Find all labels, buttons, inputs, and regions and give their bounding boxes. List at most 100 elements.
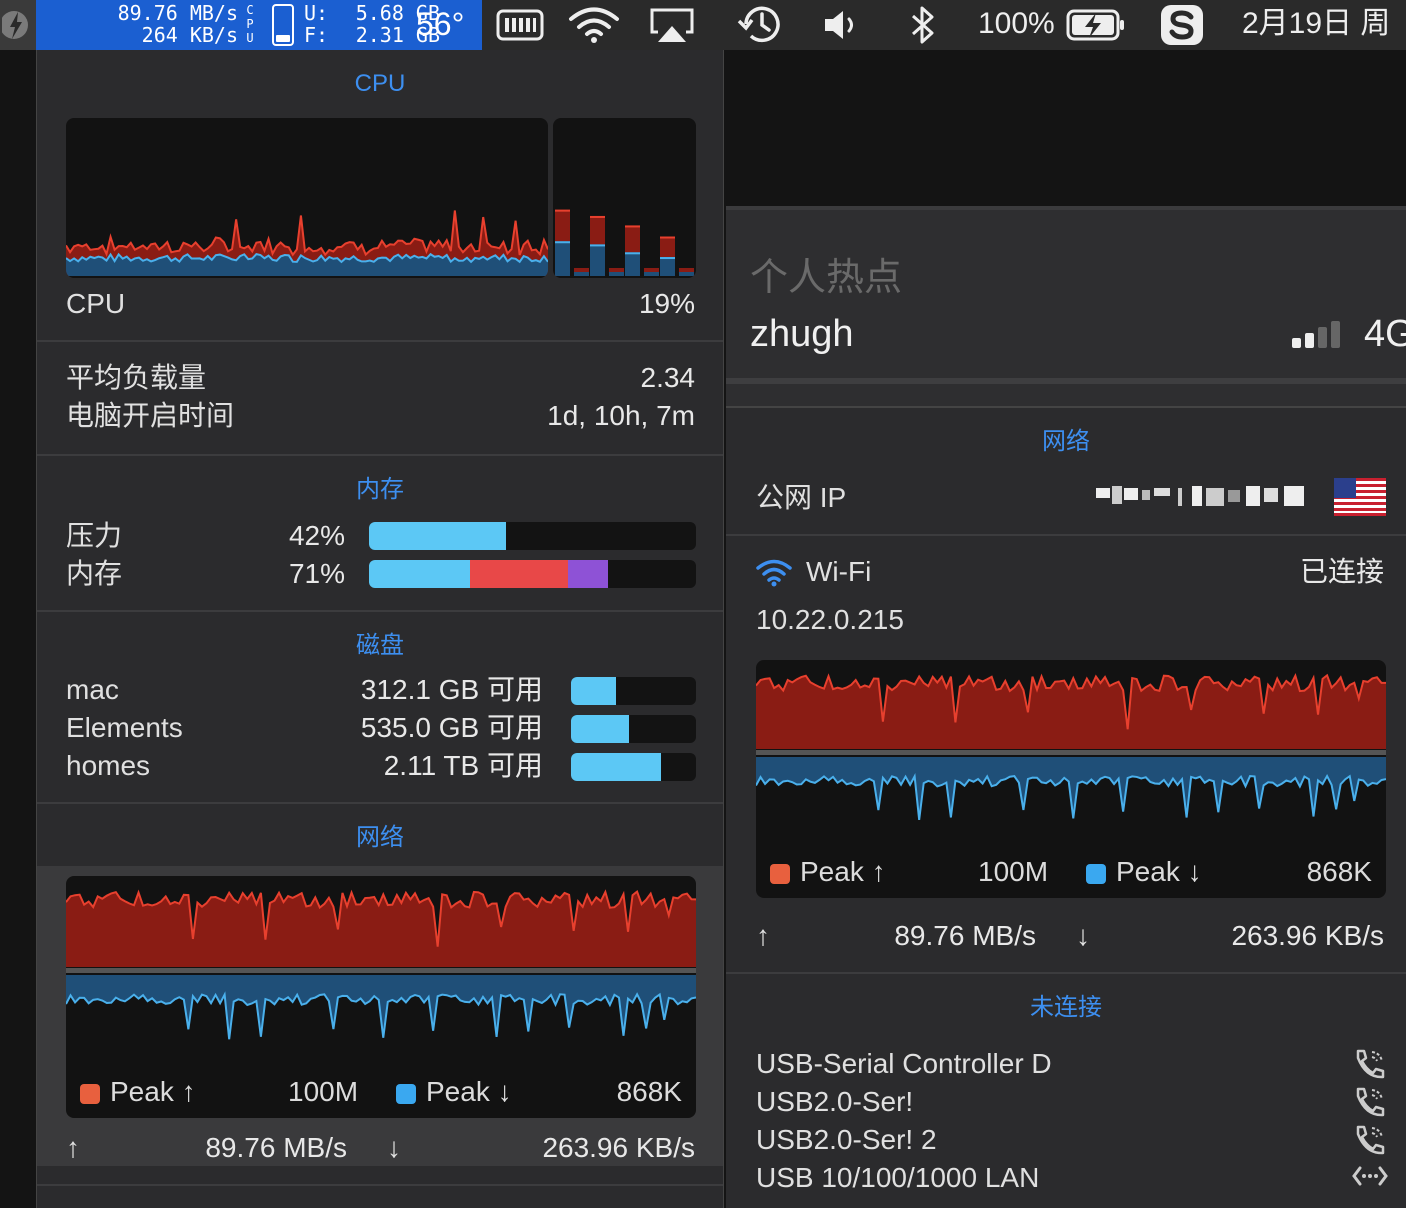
disk-usage-fill (571, 715, 629, 743)
cpu-system-line (66, 210, 548, 257)
upload-arrow-icon: ↑ (66, 1132, 80, 1163)
disk-usage-bar (571, 753, 696, 781)
wifi-status: 已连接 (1299, 556, 1384, 587)
disk-name: homes (66, 750, 151, 781)
wifi-ip-address: 10.22.0.215 (756, 604, 904, 635)
wifi-icon (756, 558, 792, 593)
cpu-usage-value: 19% (638, 288, 695, 319)
legend-upload-peak: 100M (978, 856, 1049, 887)
cpu-core-user-cap (660, 257, 675, 260)
cpu-core-small-bar (574, 272, 589, 276)
cpu-core-user-cap (590, 244, 605, 247)
uptime-value: 1d, 10h, 7m (547, 400, 695, 431)
time-machine-icon[interactable] (736, 4, 786, 49)
network-traffic-chart: Peak ↑ 100M Peak ↓ 868K (66, 876, 696, 1118)
memory-section-title: 内存 (356, 476, 404, 503)
memory-segment (369, 560, 471, 588)
cpu-core-user-cap (555, 241, 570, 244)
network-detail-popover: 网络 公网 IP Wi-Fi 已连接 10.22.0.215 Peak ↑ 10… (726, 406, 1406, 1208)
memory-usage-bar (369, 560, 696, 588)
cpu-history-chart (66, 118, 548, 278)
cpu-core-user-bar (590, 244, 605, 276)
hotspot-name[interactable]: zhugh (750, 312, 854, 356)
interface-name[interactable]: USB2.0-Ser! (756, 1086, 913, 1118)
download-arrow-icon: ↓ (1076, 920, 1090, 951)
memory-usage-value: 71% (288, 558, 345, 589)
legend-download-peak: 868K (1306, 856, 1372, 887)
cpu-section-title: CPU (354, 70, 406, 97)
wifi-menu-divider (726, 378, 1406, 384)
cpu-history-graph (66, 210, 548, 276)
upload-area (66, 891, 696, 967)
cpu-core-system-cap (625, 225, 640, 228)
menubar-network-speed: 89.76 MB/s 264 KB/s (64, 2, 238, 48)
wifi-icon[interactable] (568, 6, 620, 49)
section-divider (37, 802, 723, 804)
legend-download-swatch (1086, 864, 1106, 884)
load-average-value: 2.34 (640, 362, 696, 393)
phone-icon (1352, 1048, 1388, 1085)
section-divider (726, 972, 1406, 974)
volume-icon[interactable] (822, 8, 862, 47)
load-average-label: 平均负载量 (66, 362, 207, 393)
disk-usage-fill (571, 753, 661, 781)
app-bolt-icon[interactable] (0, 0, 36, 50)
legend-upload-swatch (770, 864, 790, 884)
memory-segment (568, 560, 608, 588)
interface-name[interactable]: USB2.0-Ser! 2 (756, 1124, 937, 1156)
phone-icon (1352, 1124, 1388, 1161)
interface-name[interactable]: USB 10/100/1000 LAN (756, 1162, 1039, 1194)
ethernet-icon (1352, 1162, 1388, 1195)
battery-charging-icon[interactable] (1066, 8, 1126, 47)
section-divider (726, 534, 1406, 536)
wifi-label: Wi-Fi (806, 556, 872, 587)
disk-usage-bar (571, 715, 696, 743)
menubar-stats-widget[interactable]: 89.76 MB/s 264 KB/s C P U U: F: 5.68 GB … (36, 0, 482, 50)
memory-usage-label: 内存 (66, 558, 123, 589)
wifi-traffic-chart: Peak ↑ 100M Peak ↓ 868K (756, 660, 1386, 898)
disk-name: Elements (66, 712, 183, 743)
section-divider (37, 1184, 723, 1186)
cpu-core-small-bar (644, 272, 659, 276)
airplay-icon[interactable] (648, 6, 696, 49)
cpu-core-user-bar (660, 257, 675, 276)
cpu-core-small-bar (679, 272, 694, 276)
memory-chip-icon[interactable] (496, 8, 544, 47)
menubar-upload-speed: 89.76 MB/s (117, 1, 238, 25)
cpu-core-system-cap (660, 236, 675, 239)
legend-download-swatch (396, 1084, 416, 1104)
graph-center-separator (756, 750, 1386, 755)
interface-name[interactable]: USB-Serial Controller D (756, 1048, 1052, 1080)
menubar-cpu-label: C P U (246, 3, 254, 45)
legend-download-peak: 868K (616, 1076, 682, 1107)
uptime-label: 电脑开启时间 (66, 400, 235, 431)
download-speed: 263.96 KB/s (1231, 920, 1384, 951)
cpu-core-small-bar (609, 272, 624, 276)
disk-section-title: 磁盘 (356, 632, 404, 659)
hotspot-signal-type: 4G (1364, 313, 1406, 355)
disk-usage-fill (571, 677, 616, 705)
memory-pressure-bar (369, 522, 696, 550)
disk-name: mac (66, 674, 119, 705)
section-divider (37, 340, 723, 342)
upload-arrow-icon: ↑ (756, 920, 770, 951)
public-ip-redacted (1096, 486, 1304, 506)
public-ip-label: 公网 IP (756, 482, 847, 513)
menubar-date[interactable]: 2月19日 周 (1242, 5, 1390, 43)
bluetooth-icon[interactable] (908, 4, 938, 51)
menubar-cpu-meter (272, 4, 294, 46)
cellular-signal-icon (1290, 318, 1346, 355)
disconnected-section-title: 未连接 (1030, 994, 1102, 1021)
memory-pressure-label: 压力 (66, 520, 123, 551)
wifi-menu-panel: 个人热点 zhugh 4G (726, 206, 1406, 436)
disk-free-space: 312.1 GB 可用 (360, 674, 543, 705)
cpu-core-user-bar (555, 241, 570, 276)
battery-percentage[interactable]: 100% (978, 6, 1055, 42)
network-traffic-graph (66, 889, 696, 1040)
sogou-input-icon[interactable] (1160, 4, 1204, 51)
cpu-core-user-cap (625, 252, 640, 255)
disk-free-space: 2.11 TB 可用 (383, 750, 543, 781)
legend-download-label: Peak ↓ (426, 1076, 512, 1107)
upload-speed: 89.76 MB/s (205, 1132, 347, 1163)
section-divider (37, 454, 723, 456)
